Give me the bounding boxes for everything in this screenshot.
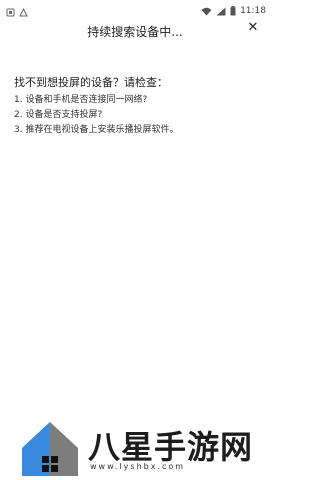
page-title: 持续搜索设备中... [87, 25, 183, 39]
close-button[interactable]: ✕ [246, 21, 260, 35]
watermark-logo-icon [22, 422, 78, 476]
help-step-3: 3. 推荐在电视设备上安装乐播投屏软件。 [14, 125, 179, 135]
help-section: 找不到想投屏的设备？请检查： 1. 设备和手机是否连接同一网络? 2. 设备是否… [14, 74, 260, 138]
help-question: 找不到想投屏的设备？请检查： [14, 76, 168, 89]
watermark: 八星手游网 www.lyshbx.com [20, 420, 264, 476]
close-icon: ✕ [247, 20, 259, 35]
watermark-url: www.lyshbx.com [90, 462, 186, 471]
dialog-header: 持续搜索设备中... ✕ [0, 14, 270, 50]
status-bar: 11:18 [0, 0, 270, 17]
help-step-2: 2. 设备是否支持投屏? [14, 110, 103, 120]
help-step-1: 1. 设备和手机是否连接同一网络? [14, 95, 148, 105]
